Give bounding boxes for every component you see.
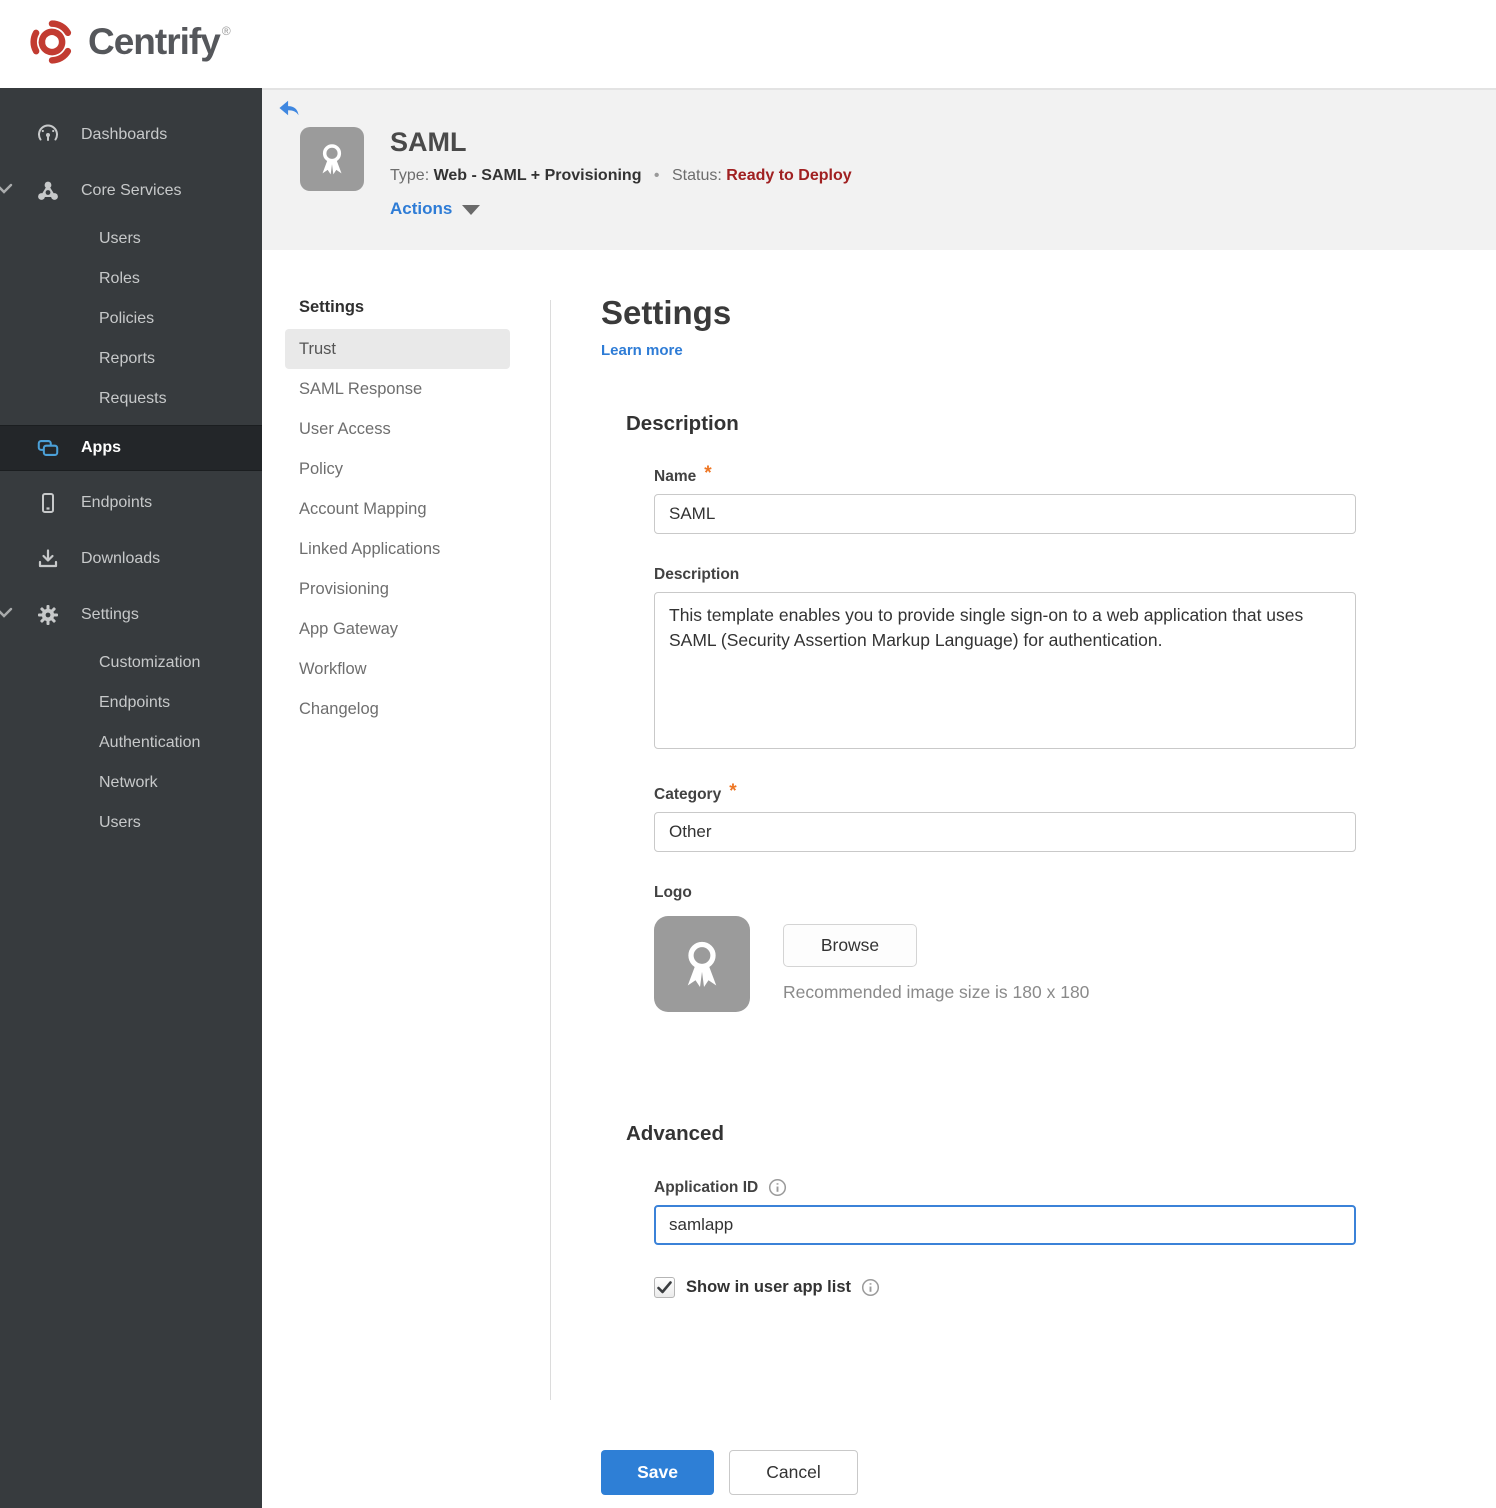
description-section-heading: Description <box>626 412 739 435</box>
category-label: Category * <box>654 781 737 803</box>
app-title: SAML <box>390 127 467 157</box>
sidebar-item-users-settings[interactable]: Users <box>0 803 262 843</box>
logo-size-hint: Recommended image size is 180 x 180 <box>783 982 1090 1002</box>
subnav-item-user-access[interactable]: User Access <box>299 409 550 449</box>
app-logo <box>300 127 364 191</box>
status-label: Status: <box>671 167 722 184</box>
subnav-heading: Settings <box>299 298 365 316</box>
brand-name: Centrify <box>88 20 221 62</box>
back-arrow-icon[interactable] <box>278 98 300 123</box>
status-value: Ready to Deploy <box>726 167 852 184</box>
logo-label: Logo <box>654 884 692 901</box>
description-label: Description <box>654 566 740 583</box>
sidebar-item-label: Settings <box>81 606 139 623</box>
smartphone-icon <box>36 491 60 515</box>
actions-dropdown[interactable]: Actions <box>390 199 852 219</box>
subnav-item-saml-response[interactable]: SAML Response <box>299 369 550 409</box>
actions-label: Actions <box>390 199 453 218</box>
cancel-button[interactable]: Cancel <box>729 1450 858 1495</box>
sidebar-item-endpoints[interactable]: Endpoints <box>0 475 262 531</box>
sidebar-item-label: Downloads <box>81 550 161 567</box>
type-value: Web - SAML + Provisioning <box>433 167 642 184</box>
actions-caret-icon <box>462 205 481 215</box>
subnav-item-trust[interactable]: Trust <box>285 329 510 369</box>
app-meta: Type: Web - SAML + Provisioning • Status… <box>390 167 852 185</box>
sidebar-item-requests[interactable]: Requests <box>0 379 262 419</box>
sidebar: Dashboards Core Services Users Roles Pol… <box>0 88 262 1508</box>
sidebar-item-dashboards[interactable]: Dashboards <box>0 107 262 163</box>
sidebar-item-endpoints-settings[interactable]: Endpoints <box>0 683 262 723</box>
sidebar-item-customization[interactable]: Customization <box>0 643 262 683</box>
sidebar-item-roles[interactable]: Roles <box>0 259 262 299</box>
meta-separator: • <box>653 167 660 184</box>
sidebar-item-authentication[interactable]: Authentication <box>0 723 262 763</box>
sidebar-item-network[interactable]: Network <box>0 763 262 803</box>
subnav-item-changelog[interactable]: Changelog <box>299 689 550 729</box>
description-textarea[interactable]: This template enables you to provide sin… <box>654 592 1356 749</box>
application-id-label: Application ID <box>654 1178 1356 1197</box>
logo-preview <box>654 916 750 1012</box>
sidebar-item-label: Dashboards <box>81 126 168 143</box>
save-button[interactable]: Save <box>601 1450 714 1495</box>
subnav-item-workflow[interactable]: Workflow <box>299 649 550 689</box>
centrify-logo-icon <box>26 16 78 73</box>
gauge-icon <box>36 123 60 147</box>
app-header: SAML Type: Web - SAML + Provisioning • S… <box>262 88 1496 250</box>
settings-subnav: Settings Trust SAML Response User Access… <box>262 250 550 1508</box>
required-asterisk: * <box>704 463 712 484</box>
subnav-item-provisioning[interactable]: Provisioning <box>299 569 550 609</box>
application-id-input[interactable] <box>654 1205 1356 1245</box>
subnav-item-app-gateway[interactable]: App Gateway <box>299 609 550 649</box>
apps-icon <box>36 436 60 460</box>
info-icon[interactable] <box>768 1178 787 1197</box>
subnav-item-account-mapping[interactable]: Account Mapping <box>299 489 550 529</box>
type-label: Type: <box>390 167 430 184</box>
download-icon <box>36 547 60 571</box>
subnav-item-linked-applications[interactable]: Linked Applications <box>299 529 550 569</box>
advanced-section-heading: Advanced <box>626 1122 724 1145</box>
name-label: Name * <box>654 463 712 485</box>
info-icon[interactable] <box>861 1278 880 1297</box>
sidebar-item-label: Apps <box>81 439 121 456</box>
sidebar-item-core-services[interactable]: Core Services <box>0 163 262 219</box>
top-bar: Centrify ® <box>0 0 1496 88</box>
show-in-app-list-checkbox[interactable] <box>654 1277 675 1298</box>
page-title: Settings <box>601 294 732 331</box>
sidebar-item-downloads[interactable]: Downloads <box>0 531 262 587</box>
show-in-app-list-label: Show in user app list <box>686 1278 852 1296</box>
category-input[interactable] <box>654 812 1356 852</box>
chevron-down-icon <box>0 606 13 624</box>
core-services-icon <box>36 179 60 203</box>
name-input[interactable] <box>654 494 1356 534</box>
gear-icon <box>36 603 60 627</box>
sidebar-item-policies[interactable]: Policies <box>0 299 262 339</box>
required-asterisk: * <box>729 781 737 802</box>
sidebar-item-label: Endpoints <box>81 494 153 511</box>
browse-button[interactable]: Browse <box>783 924 917 967</box>
learn-more-link[interactable]: Learn more <box>601 342 683 359</box>
sidebar-item-settings[interactable]: Settings <box>0 587 262 643</box>
brand: Centrify ® <box>26 16 231 73</box>
subnav-item-policy[interactable]: Policy <box>299 449 550 489</box>
brand-trademark: ® <box>221 23 231 38</box>
sidebar-item-users[interactable]: Users <box>0 219 262 259</box>
sidebar-item-reports[interactable]: Reports <box>0 339 262 379</box>
sidebar-item-apps[interactable]: Apps <box>0 425 262 471</box>
sidebar-item-label: Core Services <box>81 182 182 199</box>
chevron-down-icon <box>0 182 13 200</box>
